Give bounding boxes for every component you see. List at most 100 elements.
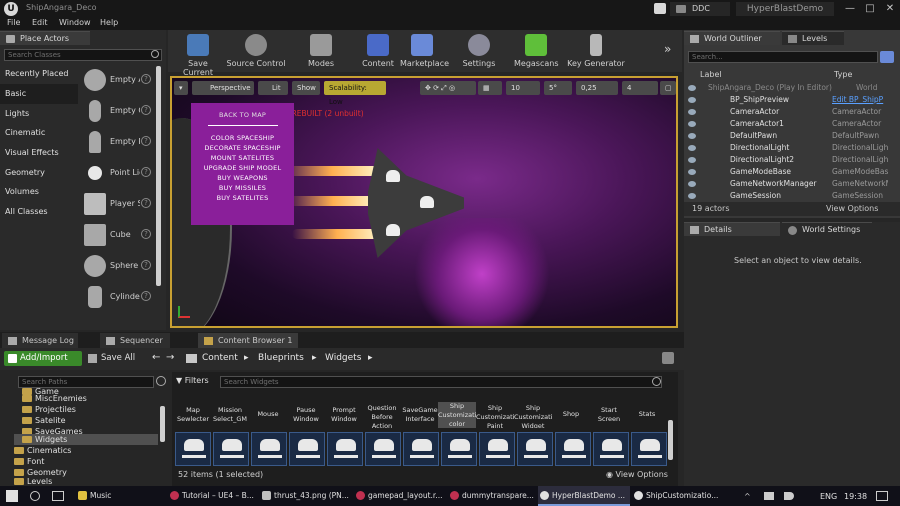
visibility-eye-icon[interactable] [688, 109, 696, 115]
search-widgets-input[interactable]: Search Widgets [220, 376, 662, 388]
widget-asset-thumbnail[interactable] [441, 432, 477, 466]
folder-cinematics[interactable]: Cinematics [14, 445, 71, 456]
taskbar-item-dummy[interactable]: dummytranspare... [448, 486, 534, 506]
tab-world-settings[interactable]: World Settings [782, 222, 872, 236]
camera-speed-value[interactable]: 4 [622, 81, 658, 95]
folder-widgets-selected[interactable]: Widgets [14, 434, 158, 445]
asset-label[interactable]: Prompt Window [325, 406, 363, 424]
help-icon[interactable]: ? [141, 136, 151, 146]
maximize-button[interactable]: □ [860, 0, 880, 18]
column-label[interactable]: Label [700, 70, 722, 79]
save-current-button[interactable]: Save Current [172, 32, 224, 77]
asset-label[interactable]: Mouse [249, 410, 287, 419]
folder-satelite[interactable]: Satelite [22, 415, 66, 426]
taskbar-item-gamepad[interactable]: gamepad_layout.r... [354, 486, 444, 506]
actor-empty-character[interactable]: Empty Character? [80, 97, 154, 127]
menu-file[interactable]: File [7, 18, 20, 27]
back-arrow-icon[interactable]: ← [152, 352, 160, 363]
toolbar-more-icon[interactable]: » [664, 42, 671, 56]
menu-decorate-spaceship[interactable]: DECORATE SPACESHIP [191, 144, 294, 152]
menu-window[interactable]: Window [59, 18, 91, 27]
folder-misc-enemies[interactable]: MiscEnemies [22, 393, 87, 404]
widget-asset-thumbnail[interactable] [213, 432, 249, 466]
level-viewport[interactable]: ▾ Perspective Lit Show Scalability: Low … [170, 76, 678, 328]
asset-label[interactable]: SaveGame Interface [401, 406, 439, 424]
visibility-eye-icon[interactable] [688, 97, 696, 103]
actor-point-light[interactable]: Point Light? [80, 159, 154, 189]
search-classes-input[interactable]: Search Classes [4, 49, 162, 61]
help-icon[interactable]: ? [141, 198, 151, 208]
widget-asset-thumbnail[interactable] [403, 432, 439, 466]
breadcrumb-content[interactable]: Content [202, 353, 238, 363]
content-button[interactable]: Content [356, 32, 400, 72]
category-cinematic[interactable]: Cinematic [0, 123, 78, 143]
widget-asset-thumbnail[interactable] [593, 432, 629, 466]
asset-label[interactable]: Question Before Action [363, 404, 401, 431]
scale-snap-value[interactable]: 0,25 [576, 81, 618, 95]
assets-view-options[interactable]: ◉ View Options [606, 470, 668, 479]
outliner-row[interactable]: BP_ShipPreview Edit BP_ShipP [684, 94, 892, 106]
asset-label[interactable]: Start Screen [590, 406, 628, 424]
visibility-eye-icon[interactable] [688, 85, 696, 91]
asset-label[interactable]: Mission Select_GM [211, 406, 249, 424]
folder-scrollbar[interactable] [160, 406, 165, 442]
asset-label[interactable]: Map Sewlecter [174, 406, 212, 424]
angle-snap-value[interactable]: 5° [544, 81, 572, 95]
outliner-add-icon[interactable] [880, 51, 894, 63]
breadcrumb-blueprints[interactable]: Blueprints [258, 353, 304, 363]
outliner-view-options[interactable]: View Options [826, 204, 878, 213]
lit-button[interactable]: Lit [258, 81, 288, 95]
tab-sequencer[interactable]: Sequencer [100, 333, 170, 348]
menu-buy-satelites[interactable]: BUY SATELITES [191, 194, 294, 202]
menu-color-spaceship[interactable]: COLOR SPACESHIP [191, 134, 294, 142]
taskbar-item-music[interactable]: Music [76, 486, 164, 506]
category-recently-placed[interactable]: Recently Placed [0, 64, 78, 84]
taskbar-item-shipcustomization[interactable]: ShipCustomizatio... [632, 486, 720, 506]
widget-asset-thumbnail[interactable] [327, 432, 363, 466]
widget-asset-thumbnail[interactable] [175, 432, 211, 466]
key-generator-button[interactable]: Key Generator [566, 32, 626, 72]
menu-upgrade-ship-model[interactable]: UPGRADE SHIP MODEL [191, 164, 294, 172]
category-geometry[interactable]: Geometry [0, 163, 78, 183]
scalability-button[interactable]: Scalability: Low [324, 81, 386, 106]
actors-scrollbar[interactable] [156, 66, 161, 286]
widget-asset-thumbnail[interactable] [289, 432, 325, 466]
back-to-map-button[interactable]: BACK TO MAP [191, 111, 294, 119]
actor-cube[interactable]: Cube? [80, 221, 154, 251]
help-icon[interactable]: ? [141, 105, 151, 115]
tab-details[interactable]: Details [684, 222, 780, 236]
outliner-row[interactable]: DefaultPawn DefaultPawn [684, 130, 892, 142]
tray-chevron-icon[interactable]: ^ [744, 492, 751, 501]
actor-player-start[interactable]: Player Start? [80, 190, 154, 220]
visibility-eye-icon[interactable] [688, 121, 696, 127]
assets-scrollbar[interactable] [668, 420, 673, 460]
outliner-row[interactable]: GameModeBase GameModeBase [684, 166, 892, 178]
save-all-button[interactable]: Save All [88, 351, 146, 366]
folder-font[interactable]: Font [14, 456, 44, 467]
widget-asset-thumbnail[interactable] [365, 432, 401, 466]
perspective-button[interactable]: Perspective [192, 81, 254, 95]
outliner-root-row[interactable]: ShipAngara_Deco (Play In Editor) World [684, 82, 892, 94]
breadcrumb-widgets[interactable]: Widgets [325, 353, 361, 363]
tab-place-actors[interactable]: Place Actors [0, 31, 90, 45]
filters-button[interactable]: ▼ Filters [176, 376, 209, 385]
windows-start-icon[interactable] [6, 490, 18, 502]
help-icon[interactable]: ? [141, 229, 151, 239]
outliner-row[interactable]: CameraActor1 CameraActor [684, 118, 892, 130]
volume-icon[interactable] [784, 492, 794, 500]
search-icon[interactable] [30, 491, 40, 501]
actor-empty-pawn[interactable]: Empty Pawn? [80, 128, 154, 158]
folder-projectiles[interactable]: Projectiles [22, 404, 76, 415]
actor-sphere[interactable]: Sphere? [80, 252, 154, 282]
forward-arrow-icon[interactable]: → [166, 352, 174, 363]
maximize-viewport-icon[interactable]: ▢ [660, 81, 676, 95]
transform-tools[interactable]: ✥ ⟳ ⤢ ◎ [420, 81, 476, 95]
asset-label[interactable]: Stats [628, 410, 666, 419]
outliner-row[interactable]: DirectionalLight DirectionalLigh [684, 142, 892, 154]
help-icon[interactable]: ? [141, 74, 151, 84]
actor-empty-actor[interactable]: Empty Actor? [80, 66, 154, 96]
close-button[interactable]: ✕ [880, 0, 900, 18]
visibility-eye-icon[interactable] [688, 193, 696, 199]
viewport-options-button[interactable]: ▾ [174, 81, 188, 95]
category-all-classes[interactable]: All Classes [0, 202, 78, 222]
